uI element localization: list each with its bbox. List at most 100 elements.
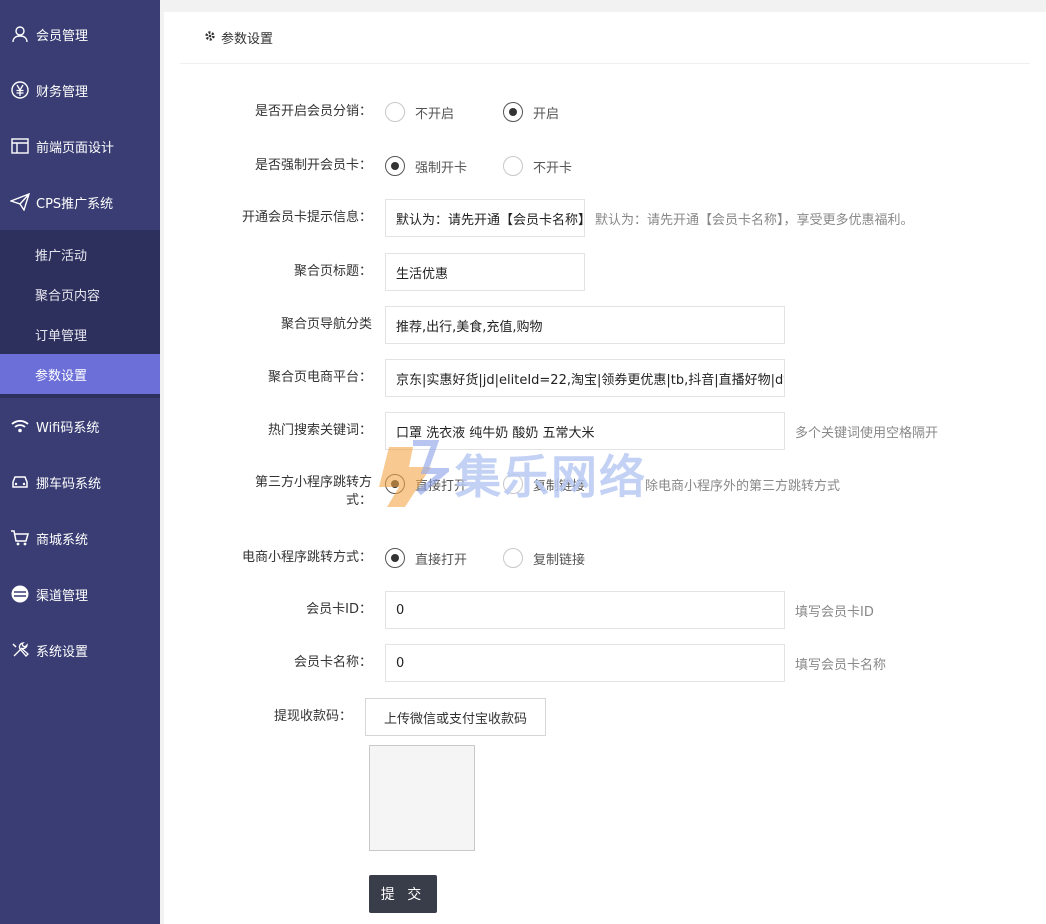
member-dist-on-radio[interactable]: 开启 (503, 102, 603, 122)
radio-label: 开启 (533, 106, 560, 122)
agg-title-label: 聚合页标题： (293, 264, 372, 279)
force-card-on-radio[interactable]: 强制开卡 (385, 156, 485, 176)
force-card-label: 是否强制开会员卡： (254, 158, 372, 173)
agg-nav-input[interactable]: 推荐,出行,美食,充值,购物 (385, 306, 785, 344)
card-tip-input[interactable]: 默认为：请先开通【会员卡名称】，享受更多优惠福利。 (385, 199, 585, 237)
agg-nav-label: 聚合页导航分类 (280, 317, 372, 332)
radio-label: 不开卡 (533, 160, 573, 176)
subitem-label: 订单管理 (35, 328, 88, 344)
third-jump-copy-radio[interactable]: 复制链接 (503, 474, 603, 494)
sidebar-item-label: 财务管理 (36, 84, 89, 100)
card-id-row: 会员卡ID： 0 填写会员卡ID (164, 591, 1046, 629)
sidebar-item-label: Wifi码系统 (36, 420, 100, 436)
radio-circle-checked (385, 548, 405, 568)
agg-platform-row: 聚合页电商平台： 京东|实惠好货|jd|eliteId=22,淘宝|领券更优惠|… (164, 359, 1046, 397)
hot-keywords-row: 热门搜索关键词： 口罩 洗衣液 纯牛奶 酸奶 五常大米 多个关键词使用空格隔开 (164, 412, 1046, 450)
main-area: 参数设置 是否开启会员分销： 不开启 开启 是否强制开会员卡： 强制开卡 不开卡… (160, 0, 1046, 924)
yen-icon (10, 80, 30, 100)
sidebar-item-label: 前端页面设计 (36, 140, 115, 156)
radio-label: 直接打开 (415, 552, 468, 568)
subitem-settings[interactable]: 参数设置 (0, 354, 160, 394)
radio-label: 复制链接 (533, 478, 586, 494)
withdraw-label: 提现收款码： (273, 709, 352, 724)
radio-circle (503, 156, 523, 176)
submit-button[interactable]: 提 交 (369, 875, 437, 913)
member-dist-off-radio[interactable]: 不开启 (385, 102, 485, 122)
third-jump-label: 第三方小程序跳转方 式： (164, 474, 372, 510)
sidebar: 会员管理 财务管理 前端页面设计 CPS推广系统 推广活动 聚合页内容 订单管理… (0, 0, 160, 924)
sidebar-item-wifi[interactable]: Wifi码系统 (0, 398, 160, 454)
subitem-label: 参数设置 (35, 368, 88, 384)
sidebar-item-cps[interactable]: CPS推广系统 (0, 174, 160, 230)
radio-circle-checked (385, 156, 405, 176)
hot-keywords-label: 热门搜索关键词： (267, 423, 372, 438)
ec-jump-copy-radio[interactable]: 复制链接 (503, 548, 603, 568)
sidebar-item-label: 渠道管理 (36, 588, 89, 604)
hot-keywords-hint: 多个关键词使用空格隔开 (795, 425, 939, 441)
radio-label: 直接打开 (415, 478, 468, 494)
upload-qrcode-button[interactable]: 上传微信或支付宝收款码 (365, 698, 547, 736)
sidebar-item-frontend[interactable]: 前端页面设计 (0, 118, 160, 174)
qrcode-preview (369, 745, 475, 851)
gear-icon (204, 30, 216, 46)
radio-label: 复制链接 (533, 552, 586, 568)
ec-jump-row: 电商小程序跳转方式： 直接打开 复制链接 (164, 546, 1046, 570)
agg-nav-row: 聚合页导航分类 推荐,出行,美食,充值,购物 (164, 306, 1046, 344)
user-icon (10, 24, 30, 44)
agg-title-input[interactable]: 生活优惠 (385, 253, 585, 291)
sidebar-item-label: 系统设置 (36, 644, 89, 660)
card-name-label: 会员卡名称： (293, 655, 372, 670)
subitem-label: 推广活动 (35, 248, 88, 264)
subitem-orders[interactable]: 订单管理 (0, 314, 160, 354)
layout-icon (10, 136, 30, 156)
sidebar-item-channel[interactable]: 渠道管理 (0, 566, 160, 622)
radio-circle (503, 474, 523, 494)
ec-jump-open-radio[interactable]: 直接打开 (385, 548, 485, 568)
sidebar-item-label: 挪车码系统 (36, 476, 102, 492)
card-id-hint: 填写会员卡ID (795, 604, 874, 620)
agg-platform-label: 聚合页电商平台： (267, 370, 372, 385)
sidebar-item-label: CPS推广系统 (36, 196, 114, 212)
sidebar-item-finance[interactable]: 财务管理 (0, 62, 160, 118)
agg-title-row: 聚合页标题： 生活优惠 (164, 253, 1046, 291)
third-jump-label-line2: 式： (345, 493, 372, 508)
card-tip-row: 开通会员卡提示信息： 默认为：请先开通【会员卡名称】，享受更多优惠福利。 默认为… (164, 199, 1046, 237)
hot-keywords-input[interactable]: 口罩 洗衣液 纯牛奶 酸奶 五常大米 (385, 412, 785, 450)
sidebar-item-member[interactable]: 会员管理 (0, 6, 160, 62)
subitem-aggregate-content[interactable]: 聚合页内容 (0, 274, 160, 314)
withdraw-row: 提现收款码： 上传微信或支付宝收款码 (164, 698, 1046, 736)
wifi-icon (10, 416, 30, 436)
radio-circle (385, 102, 405, 122)
card-id-label: 会员卡ID： (306, 602, 372, 617)
sidebar-item-label: 会员管理 (36, 28, 89, 44)
cart-icon (10, 528, 30, 548)
third-jump-open-radio[interactable]: 直接打开 (385, 474, 485, 494)
sidebar-item-car[interactable]: 挪车码系统 (0, 454, 160, 510)
card-name-input[interactable]: 0 (385, 644, 785, 682)
force-card-off-radio[interactable]: 不开卡 (503, 156, 603, 176)
third-jump-row: 第三方小程序跳转方 式： 直接打开 复制链接 除电商小程序外的第三方跳转方式 (164, 474, 1046, 512)
member-dist-label: 是否开启会员分销： (254, 104, 372, 119)
card-id-input[interactable]: 0 (385, 591, 785, 629)
card-tip-hint: 默认为：请先开通【会员卡名称】，享受更多优惠福利。 (595, 212, 914, 228)
radio-circle-checked (385, 474, 405, 494)
card-name-row: 会员卡名称： 0 填写会员卡名称 (164, 644, 1046, 682)
subitem-label: 聚合页内容 (35, 288, 101, 304)
send-icon (10, 192, 30, 212)
settings-panel: 参数设置 是否开启会员分销： 不开启 开启 是否强制开会员卡： 强制开卡 不开卡… (164, 12, 1046, 924)
third-jump-label-line1: 第三方小程序跳转方 (254, 475, 372, 490)
radio-circle-checked (503, 102, 523, 122)
subitem-promotion[interactable]: 推广活动 (0, 234, 160, 274)
tools-icon (10, 640, 30, 660)
radio-circle (503, 548, 523, 568)
card-name-hint: 填写会员卡名称 (795, 657, 887, 673)
agg-platform-input[interactable]: 京东|实惠好货|jd|eliteId=22,淘宝|领券更优惠|tb,抖音|直播好… (385, 359, 785, 397)
page-title: 参数设置 (221, 32, 274, 47)
sidebar-item-system[interactable]: 系统设置 (0, 622, 160, 678)
ec-jump-label: 电商小程序跳转方式： (241, 550, 372, 565)
car-icon (10, 472, 30, 492)
third-jump-hint: 除电商小程序外的第三方跳转方式 (645, 478, 841, 494)
sidebar-item-mall[interactable]: 商城系统 (0, 510, 160, 566)
radio-label: 不开启 (415, 106, 455, 122)
member-dist-row: 是否开启会员分销： 不开启 开启 (164, 100, 1046, 124)
